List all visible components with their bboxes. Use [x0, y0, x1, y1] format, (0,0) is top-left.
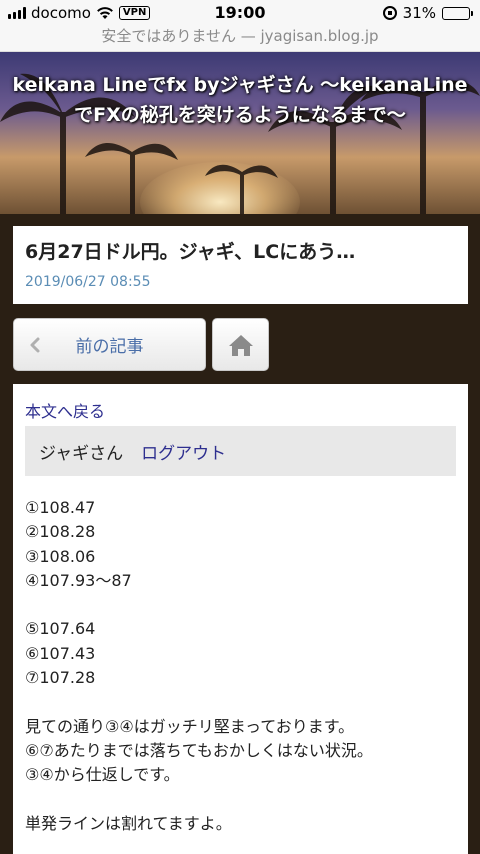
article-line: ②108.28: [25, 522, 96, 542]
article-body: 本文へ戻る ジャギさん ログアウト ①108.47 ②108.28 ③108.06 ④…: [13, 384, 468, 854]
home-button[interactable]: [212, 318, 269, 371]
post-date: 2019/06/27 08:55: [25, 274, 151, 290]
user-name: ジャギさん: [39, 443, 124, 464]
back-to-content-link[interactable]: 本文へ戻る: [25, 398, 456, 422]
article-line: 単発ラインは割れてますよ。: [25, 813, 232, 833]
logout-link[interactable]: ログアウト: [141, 439, 226, 464]
previous-post-button[interactable]: 前の記事: [13, 318, 206, 371]
blog-title[interactable]: keikana Lineでfx byジャギさん 〜keikanaLineでFXの…: [0, 70, 480, 130]
article-text: ①108.47 ②108.28 ③108.06 ④107.93〜87 ⑤107.64 ⑥1…: [25, 496, 456, 836]
article-line: ⑥⑦あたりまでは落ちてもおかしくはない状況。: [25, 740, 373, 760]
article-line: ⑤107.64: [25, 619, 96, 639]
article-line: ③④から仕返しです。: [25, 765, 180, 785]
address-bar[interactable]: 安全ではありません — jyagisan.blog.jp: [0, 26, 480, 52]
home-icon: [228, 334, 253, 356]
article-line: ⑥107.43: [25, 643, 96, 663]
article-line: ③108.06: [25, 546, 96, 566]
post-title: 6月27日ドル円。ジャギ、LCにあう…: [25, 241, 356, 263]
article-line: ④107.93〜87: [25, 570, 132, 590]
rotation-lock-icon: [382, 6, 397, 20]
battery-percent: 31%: [402, 4, 436, 22]
blog-header-banner[interactable]: keikana Lineでfx byジャギさん 〜keikanaLineでFXの…: [0, 52, 480, 214]
article-line: ⑦107.28: [25, 668, 96, 688]
chevron-left-icon: [30, 337, 40, 353]
article-line: ①108.47: [25, 498, 96, 517]
article-line: 見ての通り③④はガッチリ堅まっております。: [25, 716, 355, 736]
post-header: 6月27日ドル円。ジャギ、LCにあう… 2019/06/27 08:55: [13, 226, 468, 304]
status-bar: docomo VPN 19:00 31%: [0, 0, 480, 26]
user-bar: ジャギさん ログアウト: [25, 426, 456, 476]
battery-icon: [442, 6, 473, 20]
